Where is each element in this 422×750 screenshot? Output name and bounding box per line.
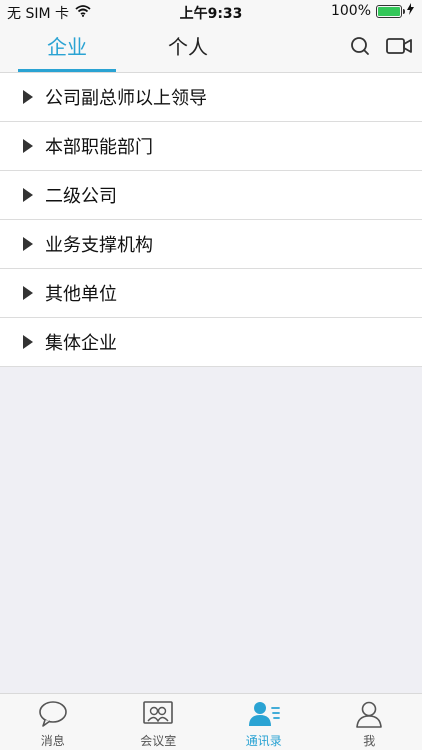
expand-triangle-icon [23, 90, 33, 104]
list-item[interactable]: 业务支撑机构 [0, 220, 422, 269]
expand-triangle-icon [23, 237, 33, 251]
list-item-label: 本部职能部门 [45, 137, 153, 158]
top-toolbar [350, 36, 412, 60]
tab-messages[interactable]: 消息 [0, 694, 106, 750]
tab-label: 会议室 [140, 734, 177, 748]
list-item-label: 业务支撑机构 [45, 235, 153, 256]
list-item-label: 集体企业 [45, 333, 117, 354]
tab-enterprise[interactable]: 企业 [18, 32, 116, 72]
tab-label: 我 [363, 734, 376, 748]
enterprise-group-list: 公司副总师以上领导 本部职能部门 二级公司 业务支撑机构 其他单位 集体企业 [0, 73, 422, 367]
status-bar: 无 SIM 卡 上午9:33 100% [0, 0, 422, 24]
battery-percent: 100% [330, 3, 371, 19]
expand-triangle-icon [23, 286, 33, 300]
list-item[interactable]: 二级公司 [0, 171, 422, 220]
tab-label: 通讯录 [245, 734, 282, 748]
expand-triangle-icon [23, 139, 33, 153]
list-item[interactable]: 本部职能部门 [0, 122, 422, 171]
list-item[interactable]: 其他单位 [0, 269, 422, 318]
top-tab-bar: 企业 个人 [0, 24, 422, 73]
list-item[interactable]: 集体企业 [0, 318, 422, 367]
battery-icon [376, 4, 405, 18]
video-call-icon[interactable] [386, 37, 412, 59]
tab-me[interactable]: 我 [317, 694, 422, 750]
list-item-label: 公司副总师以上领导 [45, 88, 207, 109]
tab-meeting-room[interactable]: 会议室 [106, 694, 212, 750]
tab-label: 消息 [40, 734, 65, 748]
person-icon [354, 700, 384, 732]
status-right: 100% [331, 3, 414, 19]
chat-bubble-icon [38, 700, 68, 732]
meeting-room-icon [143, 700, 174, 732]
list-item-label: 其他单位 [45, 284, 117, 305]
list-item-label: 二级公司 [45, 186, 117, 207]
charging-icon [407, 3, 414, 19]
expand-triangle-icon [23, 335, 33, 349]
tab-contacts[interactable]: 通讯录 [211, 694, 317, 750]
search-icon[interactable] [350, 36, 370, 60]
bottom-tab-bar: 消息 会议室 通讯录 我 [0, 693, 422, 750]
list-item[interactable]: 公司副总师以上领导 [0, 73, 422, 122]
expand-triangle-icon [23, 188, 33, 202]
tab-personal[interactable]: 个人 [139, 32, 237, 72]
contacts-icon [248, 700, 280, 732]
